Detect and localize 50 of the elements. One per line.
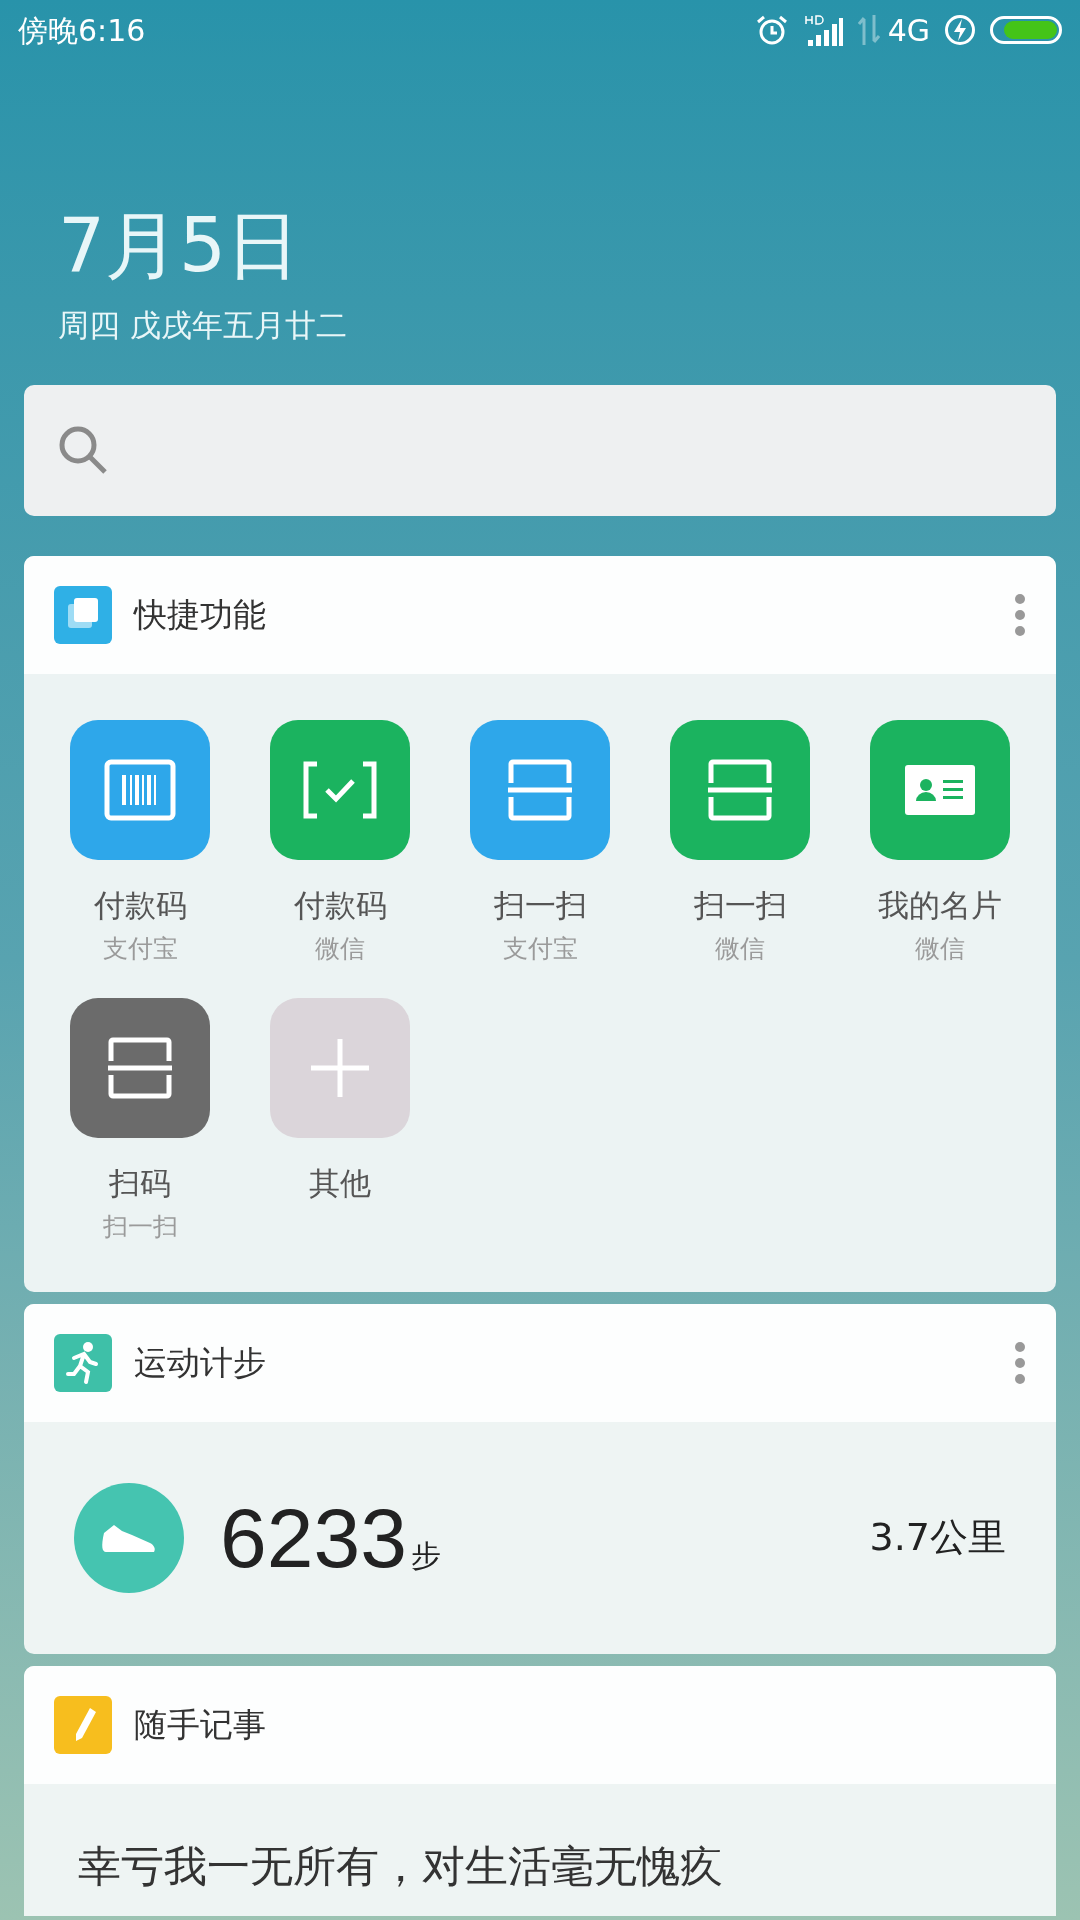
shortcut-source: 扫一扫 — [102, 1211, 178, 1243]
shortcut-label: 扫一扫 — [493, 885, 587, 925]
shortcut-label: 扫一扫 — [693, 885, 787, 925]
shortcut-source: 微信 — [915, 933, 965, 965]
shortcut-tile[interactable] — [70, 719, 210, 860]
step-count: 6233 — [220, 1495, 407, 1580]
card-title: 运动计步 — [134, 1341, 266, 1384]
more-icon[interactable] — [1014, 592, 1026, 637]
runner-icon — [54, 1333, 112, 1392]
alarm-icon — [755, 14, 788, 46]
more-icon[interactable] — [1014, 1340, 1026, 1385]
shortcut-tile[interactable] — [870, 719, 1010, 860]
plus-icon — [311, 1038, 369, 1097]
battery-icon — [990, 16, 1062, 44]
lunar-date: 周四 戊戌年五月廿二 — [58, 306, 348, 345]
shortcut-label: 付款码 — [293, 885, 387, 925]
data-arrows-icon — [857, 15, 880, 45]
scan-icon — [708, 758, 772, 821]
step-unit: 步 — [410, 1536, 441, 1575]
shortcut-label: 扫码 — [109, 1163, 171, 1203]
shortcut-source: 微信 — [715, 933, 765, 965]
contact-card-icon — [905, 764, 975, 815]
distance: 3.7公里 — [869, 1514, 1006, 1561]
clock-time: 傍晚6:16 — [18, 11, 146, 50]
shortcut-tile[interactable] — [270, 997, 410, 1138]
shortcut-label: 付款码 — [93, 885, 187, 925]
network-type: 4G — [887, 11, 930, 50]
date: 7月5日 — [58, 208, 302, 282]
card-title: 随手记事 — [134, 1703, 266, 1746]
pencil-icon — [54, 1695, 112, 1754]
shortcut-source: 微信 — [315, 933, 365, 965]
shortcut-source: 支付宝 — [502, 933, 578, 965]
note-text: 幸亏我一无所有，对生活毫无愧疚 — [77, 1839, 724, 1893]
app-squares-icon — [54, 585, 112, 644]
scan-check-icon — [303, 760, 377, 819]
shortcut-label: 我的名片 — [878, 885, 1002, 925]
charging-icon — [944, 14, 976, 46]
scan-icon — [108, 1036, 172, 1099]
shortcut-tile[interactable] — [470, 719, 610, 860]
barcode-icon — [104, 758, 176, 821]
card-title: 快捷功能 — [134, 593, 266, 636]
shortcut-source: 支付宝 — [102, 933, 178, 965]
signal-icon — [803, 14, 844, 46]
search-icon — [58, 425, 108, 475]
shortcut-label: 其他 — [309, 1163, 371, 1203]
shortcut-tile[interactable] — [670, 719, 810, 860]
shortcut-tile[interactable] — [70, 997, 210, 1138]
shoe-icon — [74, 1482, 184, 1593]
shortcut-tile[interactable] — [270, 719, 410, 860]
scan-icon — [508, 758, 572, 821]
